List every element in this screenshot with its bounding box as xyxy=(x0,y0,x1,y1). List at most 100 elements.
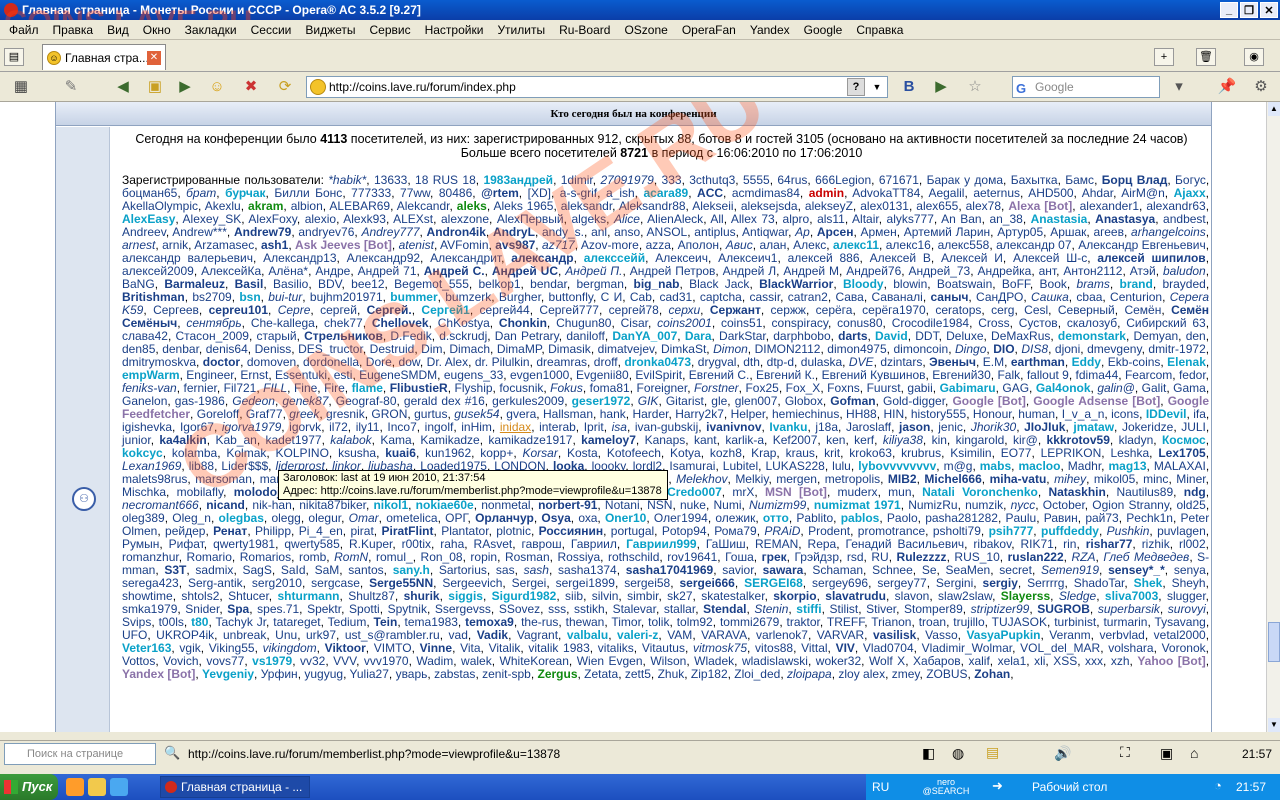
user-link[interactable]: ndg xyxy=(1184,485,1206,499)
user-link[interactable]: 671671 xyxy=(879,173,919,187)
user-link[interactable]: zett5 xyxy=(625,667,651,681)
user-link[interactable]: AlexFoxy xyxy=(248,212,296,226)
user-link[interactable]: sergei666 xyxy=(679,576,734,590)
user-link[interactable]: jmataw xyxy=(1073,420,1114,434)
user-link[interactable]: olegbas xyxy=(219,511,264,525)
user-link[interactable]: DarkStar xyxy=(719,329,766,343)
user-link[interactable]: nycc xyxy=(1011,498,1036,512)
user-link[interactable]: Сергей777 xyxy=(539,303,599,317)
user-link[interactable]: Zip182 xyxy=(691,667,728,681)
user-link[interactable]: VIV xyxy=(836,641,855,655)
user-link[interactable]: ily11 xyxy=(356,420,380,434)
user-link[interactable]: brand xyxy=(1119,277,1152,291)
user-link[interactable]: Космос xyxy=(1162,433,1206,447)
desktop-label[interactable]: Рабочий стол xyxy=(1032,780,1107,794)
user-link[interactable]: оха xyxy=(578,511,597,525)
user-link[interactable]: Voronok xyxy=(1162,641,1206,655)
user-link[interactable]: Россиянин xyxy=(539,524,603,538)
user-link[interactable]: ivanivnov xyxy=(706,420,761,434)
user-link[interactable]: Book xyxy=(1040,277,1067,291)
menu-item-11[interactable]: OSzone xyxy=(617,23,674,37)
user-link[interactable]: superbarsik xyxy=(1098,602,1160,616)
user-link[interactable]: vgik xyxy=(179,641,200,655)
user-link[interactable]: XSS xyxy=(1053,654,1077,668)
user-link[interactable]: alpro xyxy=(783,212,810,226)
user-link[interactable]: Сибирский 63 xyxy=(1126,316,1205,330)
user-link[interactable]: vvv1970 xyxy=(364,654,409,668)
user-link[interactable]: AdvokaTT84 xyxy=(852,186,920,200)
user-link[interactable]: turmarin xyxy=(1103,615,1147,629)
user-link[interactable]: Семён xyxy=(1124,303,1161,317)
menu-item-7[interactable]: Сервис xyxy=(363,23,418,37)
user-link[interactable]: Slayerss xyxy=(1001,589,1050,603)
user-link[interactable]: nikol1 xyxy=(373,498,408,512)
user-link[interactable]: JULI xyxy=(1181,420,1206,434)
user-link[interactable]: BDV xyxy=(318,277,342,291)
user-link[interactable]: Ssergevss xyxy=(435,602,491,616)
user-link[interactable]: qwerty585 xyxy=(284,537,339,551)
user-link[interactable]: Cesl xyxy=(1024,303,1048,317)
user-link[interactable]: xxx xyxy=(1085,654,1103,668)
user-link[interactable]: senya xyxy=(1174,563,1206,577)
user-link[interactable]: varlenok7 xyxy=(756,628,808,642)
user-link[interactable]: REMAN xyxy=(755,537,798,551)
user-link[interactable]: kopp+ xyxy=(480,446,513,460)
user-link[interactable]: Kotya xyxy=(670,446,701,460)
user-link[interactable]: kant xyxy=(694,433,717,447)
user-link[interactable]: ust_s@rambler.ru xyxy=(345,628,440,642)
user-link[interactable]: Lex1705 xyxy=(1158,446,1205,460)
user-link[interactable]: kuai6 xyxy=(385,446,416,460)
user-link[interactable]: sadmix xyxy=(195,563,233,577)
user-link[interactable]: Артур05 xyxy=(997,225,1043,239)
user-link[interactable]: junior xyxy=(122,433,151,447)
user-link[interactable]: doctor xyxy=(203,355,240,369)
user-link[interactable]: rsd xyxy=(847,550,864,564)
user-link[interactable]: dr. Pilulkin xyxy=(475,355,530,369)
user-link[interactable]: norbert-91 xyxy=(538,498,597,512)
user-link[interactable]: Vittal xyxy=(801,641,827,655)
user-link[interactable]: Stenin xyxy=(754,602,788,616)
user-link[interactable]: kokcyc xyxy=(122,446,163,460)
user-link[interactable]: surovyi xyxy=(1168,602,1206,616)
user-link[interactable]: sensey*_* xyxy=(1108,563,1165,577)
user-link[interactable]: verbvlad xyxy=(1099,628,1144,642)
user-link[interactable]: romul_ xyxy=(376,550,413,564)
user-link[interactable]: Honour xyxy=(973,407,1012,421)
user-link[interactable]: Борц Влад xyxy=(1102,173,1168,187)
user-link[interactable]: dimon4975 xyxy=(827,342,886,356)
user-link[interactable]: kroko63 xyxy=(849,446,892,460)
user-link[interactable]: kamikadze1917 xyxy=(488,433,572,447)
user-link[interactable]: sstikh xyxy=(574,602,605,616)
user-link[interactable]: An Ban xyxy=(941,212,982,226)
zoom-icon[interactable]: ⛶ xyxy=(1120,744,1130,761)
user-link[interactable]: GIK xyxy=(638,394,659,408)
address-bar[interactable]: http://coins.lave.ru/forum/index.php ? ▼ xyxy=(306,76,888,98)
user-link[interactable]: Timor xyxy=(611,615,641,629)
stop-icon[interactable]: ✖ xyxy=(240,77,262,97)
user-link[interactable]: cassir xyxy=(749,290,780,304)
user-link[interactable]: plotnic xyxy=(496,524,531,538)
user-link[interactable]: dmevgeny xyxy=(1087,342,1141,356)
user-link[interactable]: vikingdom xyxy=(263,641,317,655)
user-link[interactable]: dreamras xyxy=(536,355,587,369)
user-link[interactable]: TUJASOK xyxy=(992,615,1047,629)
user-link[interactable]: DIMON2112 xyxy=(755,342,821,356)
user-link[interactable]: alekseyZ xyxy=(805,199,853,213)
user-link[interactable]: GAG xyxy=(1002,381,1029,395)
trash-icon[interactable]: 🗑 xyxy=(1196,48,1216,66)
menu-item-5[interactable]: Сессии xyxy=(244,23,299,37)
user-link[interactable]: sasha1374 xyxy=(558,563,617,577)
user-link[interactable]: dronka0473 xyxy=(624,355,691,369)
user-link[interactable]: Alekcandr xyxy=(397,199,450,213)
opera-menu-icon[interactable]: ◉ xyxy=(1244,48,1264,66)
user-link[interactable]: bsn xyxy=(239,290,260,304)
user-link[interactable]: Vovich xyxy=(163,654,198,668)
user-link[interactable]: Vladimir_Wolmar xyxy=(922,641,1012,655)
user-link[interactable]: Сергеев xyxy=(153,303,199,317)
user-link[interactable]: empWarm xyxy=(122,368,180,382)
user-link[interactable]: qwerty1981 xyxy=(213,537,275,551)
user-link[interactable]: VasyaPupkin xyxy=(966,628,1040,642)
user-link[interactable]: Black Jack xyxy=(689,277,749,291)
user-link[interactable]: UKROP4ik xyxy=(156,628,214,642)
user-link[interactable]: Sledge xyxy=(1059,589,1096,603)
